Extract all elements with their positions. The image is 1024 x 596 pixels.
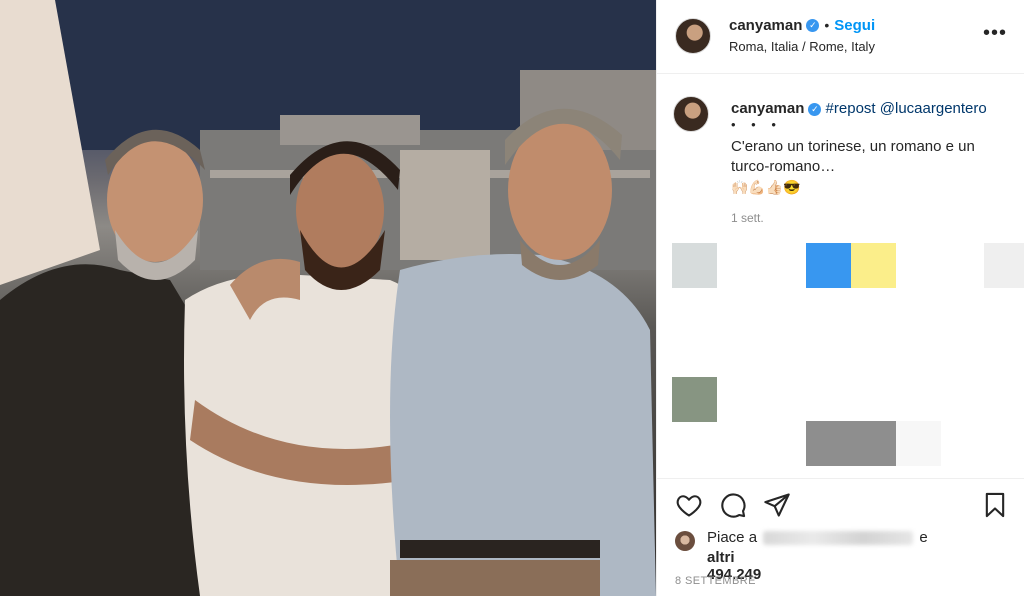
artifact-block [806,243,851,288]
separator-dot: • [824,17,830,33]
caption-time-ago[interactable]: 1 sett. [731,211,1011,225]
caption-body: canyaman ✓ #repost @lucaargentero • • • C… [731,100,1011,225]
hashtag-link[interactable]: #repost [826,100,876,117]
artifact-block [672,377,717,422]
heart-icon[interactable] [675,491,703,519]
caption-dots: • • • [731,117,782,132]
artifact-block [672,243,717,288]
artifact-block [896,421,941,466]
post-header: canyaman ✓ • Segui Roma, Italia / Rome, Ita… [657,0,1024,74]
verified-badge-icon: ✓ [808,102,822,116]
likes-prefix: Piace a [707,529,758,546]
artifact-block [984,243,1024,288]
caption-avatar[interactable] [673,96,709,132]
blurred-liker-name[interactable] [763,531,914,546]
likes-text: Piace a e [707,529,1007,546]
caption-header: canyaman ✓ #repost @lucaargentero [731,100,1011,117]
author-avatar[interactable] [675,18,711,54]
post-location[interactable]: Roma, Italia / Rome, Italy [729,39,875,54]
liker-avatar[interactable] [675,531,695,551]
caption-username[interactable]: canyaman [731,100,804,117]
post-date[interactable]: 8 SETTEMBRE [675,575,756,587]
artifact-block [806,421,896,466]
comment-icon[interactable] [719,491,747,519]
mention-link[interactable]: @lucaargentero [880,100,987,117]
caption-text: C'erano un torinese, un romano e un turc… [731,138,975,175]
bookmark-icon[interactable] [981,491,1009,519]
more-options-icon[interactable]: ••• [983,22,1007,45]
caption-emoji: 🙌🏻💪🏻👍🏻😎 [731,179,801,195]
likes-suffix: e [919,529,928,546]
follow-button[interactable]: Segui [834,17,875,34]
post-photo[interactable] [0,0,656,596]
post-side-panel: canyaman ✓ • Segui Roma, Italia / Rome, Ita… [656,0,1024,596]
artifact-block [851,243,896,288]
author-line: canyaman ✓ • Segui [729,17,875,35]
share-icon[interactable] [763,491,791,519]
photo-illustration [0,0,656,596]
verified-badge-icon: ✓ [806,19,820,33]
author-username[interactable]: canyaman [729,17,802,34]
post-actions: Piace a e altri 494.249 8 SETTEMBRE [657,478,1024,596]
